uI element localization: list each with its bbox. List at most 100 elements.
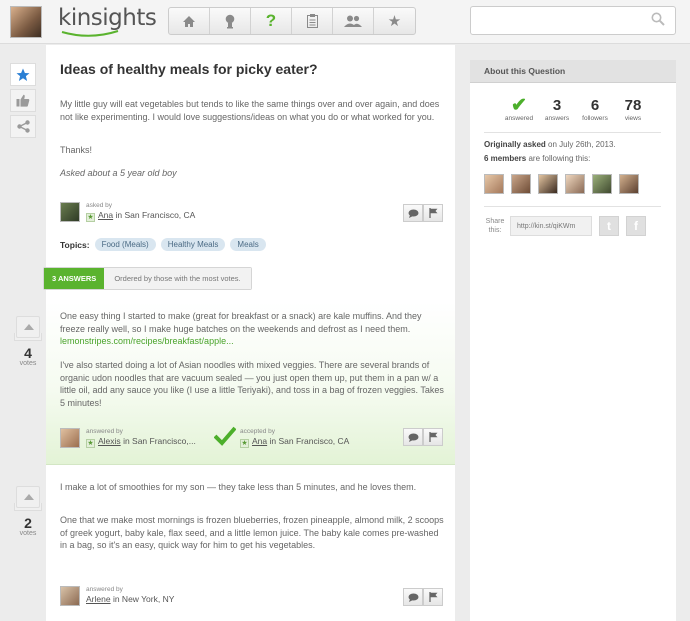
stat-answers: 3 answers [538, 96, 576, 122]
comment-icon [408, 209, 418, 218]
flag-button[interactable] [423, 428, 443, 446]
flag-button[interactable] [423, 588, 443, 606]
question-actions [403, 204, 443, 222]
flag-button[interactable] [423, 204, 443, 222]
stat-label: followers [582, 115, 608, 122]
flag-icon [428, 208, 437, 218]
facebook-share-button[interactable]: f [626, 216, 646, 236]
vote-count: 2 [24, 515, 32, 531]
answer-1: One easy thing I started to make (great … [46, 302, 455, 465]
like-button[interactable] [10, 89, 36, 112]
divider [484, 132, 661, 133]
comment-icon [408, 593, 418, 602]
sidebar-title: About this Question [470, 60, 676, 83]
stat-answered: ✔ answered [500, 96, 538, 122]
answer-2-vote-rail: voted 2 votes [10, 486, 46, 537]
follower-avatar[interactable] [592, 174, 612, 194]
accepted-check-icon [214, 426, 236, 446]
recipe-link[interactable]: lemonstripes.com/recipes/breakfast/apple… [60, 336, 234, 346]
upvote-button[interactable] [16, 486, 40, 508]
share-url-field[interactable]: http://kin.st/qiKWm [510, 216, 592, 236]
answer-2-actions [403, 588, 443, 606]
question-panel: Ideas of healthy meals for picky eater? … [43, 45, 455, 621]
flag-icon [428, 592, 437, 602]
answers-order-label: Ordered by those with the most votes. [104, 268, 251, 289]
accepted-author-location: in San Francisco, CA [269, 436, 350, 446]
answered-check-icon: ✔ [511, 95, 527, 116]
topic-tag[interactable]: Meals [230, 238, 266, 251]
topics-label: Topics: [60, 239, 90, 250]
stat-followers: 6 followers [576, 96, 614, 122]
nav-records-button[interactable] [292, 8, 333, 34]
answer-1-paragraph-1: One easy thing I started to make (great … [60, 310, 445, 348]
asked-prefix: Originally asked [484, 140, 546, 149]
question-stats: ✔ answered 3 answers 6 followers 78 view… [500, 96, 652, 122]
answer-1-actions [403, 428, 443, 446]
nav-people-button[interactable] [333, 8, 374, 34]
answers-count-tab[interactable]: 3 ANSWERS [44, 268, 105, 289]
kinsights-logo[interactable]: kinsights [58, 5, 157, 31]
question-context: Asked about a 5 year old boy [60, 168, 177, 178]
share-icon [16, 120, 30, 133]
facebook-icon: f [634, 219, 638, 233]
answered-by-label: answered by [86, 586, 123, 593]
clipboard-icon [306, 14, 318, 28]
logo-swoosh-icon [61, 30, 119, 37]
topic-tag[interactable]: Food (Meals) [94, 238, 156, 251]
member-star-icon: ★ [86, 439, 95, 448]
comment-button[interactable] [403, 588, 423, 606]
search-input[interactable] [470, 6, 676, 35]
follower-avatar[interactable] [619, 174, 639, 194]
following-suffix: are following this: [528, 154, 591, 163]
author-avatar[interactable] [60, 586, 80, 606]
nav-ideas-button[interactable] [210, 8, 251, 34]
follower-avatar[interactable] [565, 174, 585, 194]
author-link[interactable]: Arlene [86, 594, 111, 604]
question-title: Ideas of healthy meals for picky eater? [60, 61, 318, 77]
topics-row: Topics: Food (Meals) Healthy Meals Meals [60, 238, 266, 251]
author-line: Arlene in New York, NY [86, 594, 174, 604]
following-prefix: 6 members [484, 154, 527, 163]
author-avatar[interactable] [60, 428, 80, 448]
follower-avatar[interactable] [511, 174, 531, 194]
author-line: ★ Alexis in San Francisco,... [86, 436, 196, 448]
follow-star-button[interactable] [10, 63, 36, 86]
stat-value: 3 [552, 97, 562, 114]
author-location: in San Francisco, CA [115, 210, 196, 220]
member-star-icon: ★ [240, 439, 249, 448]
accepted-by-label: accepted by [240, 428, 276, 435]
upvote-button[interactable] [16, 316, 40, 338]
user-avatar[interactable] [10, 6, 42, 38]
comment-button[interactable] [403, 428, 423, 446]
nav-favorites-button[interactable]: ★ [374, 8, 415, 34]
stat-value: 6 [590, 97, 600, 114]
people-icon [344, 15, 362, 27]
star-icon: ★ [387, 13, 402, 30]
follower-avatar[interactable] [538, 174, 558, 194]
question-thanks: Thanks! [60, 145, 93, 155]
comment-button[interactable] [403, 204, 423, 222]
flag-icon [428, 432, 437, 442]
followers-list [484, 174, 646, 194]
nav-home-button[interactable] [169, 8, 210, 34]
follower-avatar[interactable] [484, 174, 504, 194]
author-avatar[interactable] [60, 202, 80, 222]
thumbs-up-icon [16, 94, 30, 107]
question-mark-icon: ? [265, 11, 277, 30]
nav-questions-button[interactable]: ? [251, 8, 292, 34]
stat-views: 78 views [614, 96, 652, 122]
author-line: ★ Ana in San Francisco, CA [86, 210, 195, 222]
share-button[interactable] [10, 115, 36, 138]
accepted-author-link[interactable]: Ana [252, 436, 267, 446]
star-icon [16, 68, 30, 81]
twitter-share-button[interactable]: t [599, 216, 619, 236]
topic-tag[interactable]: Healthy Meals [160, 238, 226, 251]
stat-label: views [624, 115, 642, 122]
search-icon[interactable] [651, 12, 665, 26]
author-link[interactable]: Ana [98, 210, 113, 220]
vote-count: 4 [24, 345, 32, 361]
author-link[interactable]: Alexis [98, 436, 121, 446]
answer-2-paragraph-2: One that we make most mornings is frozen… [60, 515, 444, 550]
lightbulb-icon [225, 14, 235, 28]
answered-by-label: answered by [86, 428, 123, 435]
